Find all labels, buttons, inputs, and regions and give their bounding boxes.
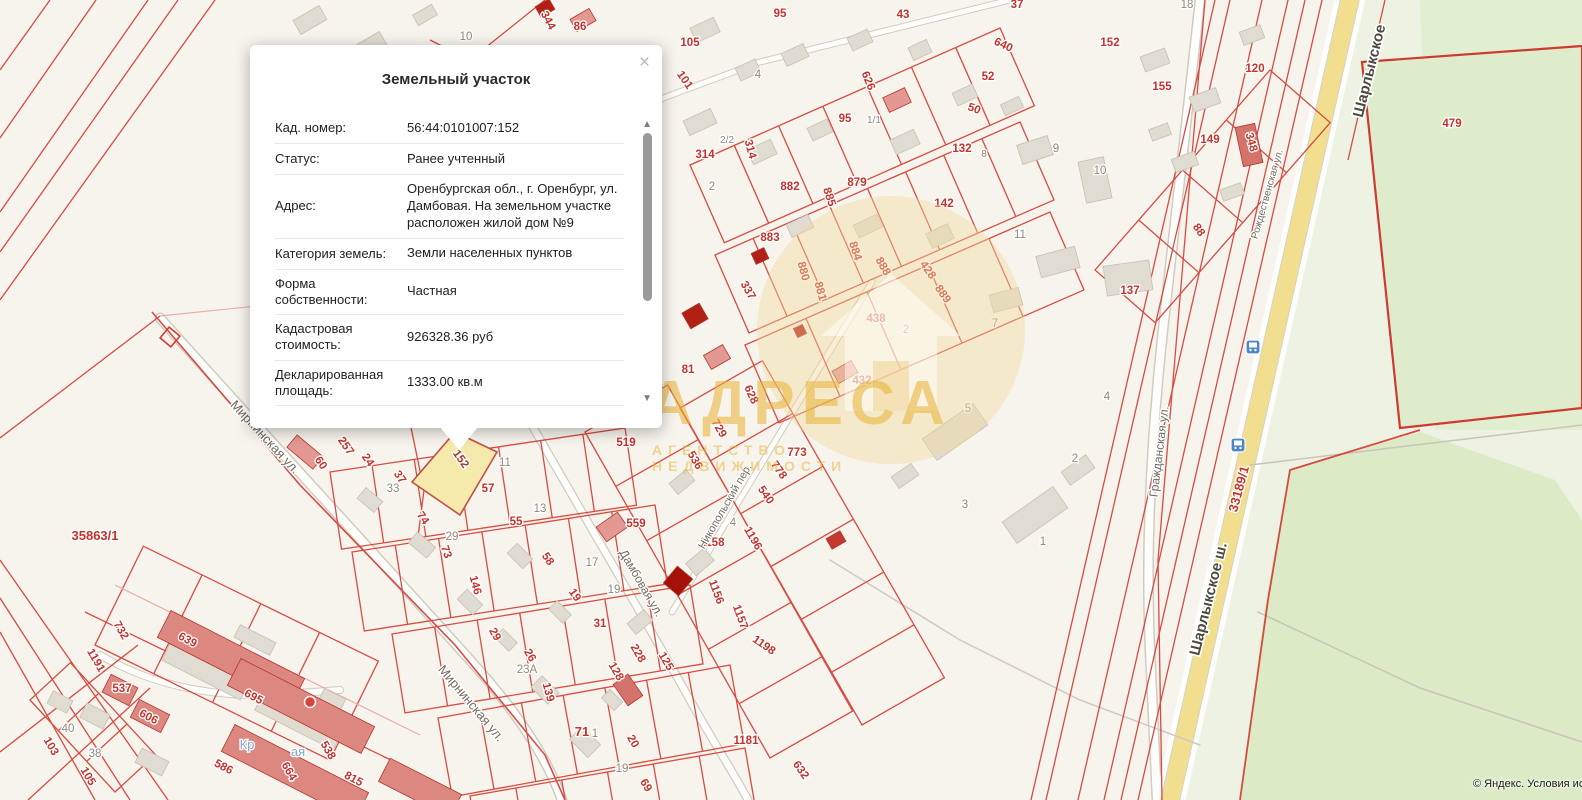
parcel-number-label: 773 — [787, 447, 806, 459]
parcel-number-label: 2 — [903, 324, 909, 336]
parcel-number-label: 40 — [62, 723, 75, 735]
parcel-number-label: 438 — [866, 313, 886, 325]
parcel-number-label: 137 — [1120, 285, 1139, 297]
parcel-number-label: 883 — [760, 232, 779, 244]
field-row: Декларированная площадь: 1333.00 кв.м — [275, 361, 624, 407]
parcel-number-label: 13 — [534, 503, 547, 515]
field-row: Кадастровая стоимость: 926328.36 руб — [275, 315, 624, 361]
parcel-number-label: 479 — [1442, 118, 1461, 130]
parcel-number-label: 52 — [982, 71, 995, 83]
parcel-number-label: 23А — [517, 664, 538, 676]
field-row: Кад. номер: 56:44:0101007:152 — [275, 113, 624, 144]
parcel-number-label: 2/2 — [720, 135, 734, 146]
field-value: Частная — [403, 283, 624, 300]
parcel-number-label: 18 — [1181, 0, 1194, 11]
field-value: 56:44:0101007:152 — [403, 120, 624, 137]
parcel-number-label: 537 — [112, 683, 131, 695]
field-value: 1333.00 кв.м — [403, 374, 624, 391]
parcel-number-label: 35863/1 — [72, 528, 119, 543]
map-attribution[interactable]: © Яндекс. Условия использования — [1473, 778, 1582, 790]
scroll-up-icon[interactable]: ▲ — [642, 119, 652, 130]
field-value: Земли населенных пунктов — [403, 245, 624, 262]
field-value: Оренбургская обл., г. Оренбург, ул. Дамб… — [403, 181, 624, 232]
parcel-number-label: 71 — [575, 724, 589, 739]
parcel-number-label: 4 — [755, 69, 762, 81]
field-label: Декларированная площадь: — [275, 367, 403, 400]
popup-title: Земельный участок — [250, 71, 662, 88]
map-pin-icon — [305, 697, 316, 708]
parcel-number-label: 9 — [1053, 143, 1059, 155]
parcel-number-label: 3 — [962, 499, 968, 511]
parcel-number-label: 1 — [592, 728, 598, 740]
parcel-number-label: 29 — [446, 531, 459, 543]
parcel-number-label: 19 — [616, 763, 629, 775]
close-icon[interactable]: × — [639, 53, 650, 72]
parcel-number-label: 10 — [1094, 165, 1107, 177]
parcel-number-label: 1181 — [734, 735, 760, 747]
parcel-number-label: 142 — [934, 198, 953, 210]
field-label: Кадастровая стоимость: — [275, 321, 403, 354]
parcel-number-label: 2 — [709, 181, 715, 193]
field-value: 926328.36 руб — [403, 329, 624, 346]
parcel-number-label: 4 — [1104, 391, 1111, 403]
bus-stop-icon[interactable] — [1231, 438, 1245, 452]
popup-tail-pointer — [440, 427, 478, 450]
parcel-number-label: 31 — [594, 618, 607, 630]
parcel-number-label: 1 — [1040, 536, 1046, 548]
parcel-number-label: 1/1 — [867, 115, 881, 126]
field-label: Адрес: — [275, 198, 403, 214]
parcel-number-label: 105 — [680, 37, 700, 49]
parcel-number-label: 19 — [608, 584, 621, 596]
parcel-number-label: 149 — [1200, 134, 1219, 146]
cadastral-map-app: 344861010595434101626951/12/231431423718… — [0, 0, 1582, 800]
field-label: Кад. номер: — [275, 120, 403, 136]
parcel-number-label: 132 — [952, 143, 971, 155]
parcel-number-label: 43 — [897, 9, 910, 21]
parcel-number-label: 10 — [460, 31, 473, 43]
parcel-number-label: 8 — [981, 149, 987, 160]
parcel-number-label: 879 — [847, 177, 866, 189]
bus-stop-icon[interactable] — [1246, 340, 1260, 354]
parcel-number-label: 882 — [780, 181, 799, 193]
parcel-number-label: 152 — [1100, 37, 1119, 49]
field-row: Адрес: Оренбургская обл., г. Оренбург, у… — [275, 175, 624, 239]
parcel-number-label: 7 — [992, 318, 998, 330]
parcel-number-label: 120 — [1245, 63, 1264, 75]
scrollbar-thumb[interactable] — [643, 133, 652, 301]
parcel-number-label: 2 — [1072, 453, 1078, 465]
parcel-number-label: 86 — [574, 21, 587, 33]
parcel-number-label: 11 — [499, 457, 511, 469]
field-row: Статус: Ранее учтенный — [275, 144, 624, 175]
cadastral-map[interactable]: 344861010595434101626951/12/231431423718… — [0, 0, 1582, 800]
field-label: Статус: — [275, 151, 403, 167]
parcel-info-popup: × Земельный участок Кад. номер: 56:44:01… — [250, 45, 662, 428]
parcel-number-label: 5 — [965, 403, 971, 415]
parcel-number-label: 11 — [1014, 229, 1026, 241]
field-label: Категория земель: — [275, 246, 403, 262]
parcel-number-label: 432 — [852, 375, 871, 387]
parcel-number-label: Кр — [240, 737, 255, 752]
field-label: Форма собственности: — [275, 276, 403, 309]
parcel-number-label: 37 — [1011, 0, 1024, 11]
parcel-number-label: 17 — [586, 557, 599, 569]
field-row: Форма собственности: Частная — [275, 270, 624, 316]
parcel-number-label: 519 — [616, 437, 635, 449]
scroll-down-icon[interactable]: ▼ — [642, 393, 652, 404]
parcel-number-label: 55 — [510, 516, 523, 528]
field-row: Категория земель: Земли населенных пункт… — [275, 239, 624, 270]
parcel-number-label: 38 — [89, 748, 102, 760]
parcel-number-label: 95 — [839, 113, 852, 125]
parcel-number-label: ая — [291, 744, 305, 759]
parcel-number-label: 155 — [1152, 81, 1172, 93]
parcel-number-label: 57 — [482, 483, 495, 495]
parcel-number-label: 559 — [626, 518, 645, 530]
popup-body: Кад. номер: 56:44:0101007:152 Статус: Ра… — [275, 113, 624, 418]
parcel-number-label: 95 — [774, 8, 787, 20]
parcel-number-label: 81 — [682, 364, 695, 376]
parcel-number-label: 314 — [695, 149, 715, 161]
field-value: Ранее учтенный — [403, 151, 624, 168]
parcel-number-label: 4 — [730, 517, 737, 529]
